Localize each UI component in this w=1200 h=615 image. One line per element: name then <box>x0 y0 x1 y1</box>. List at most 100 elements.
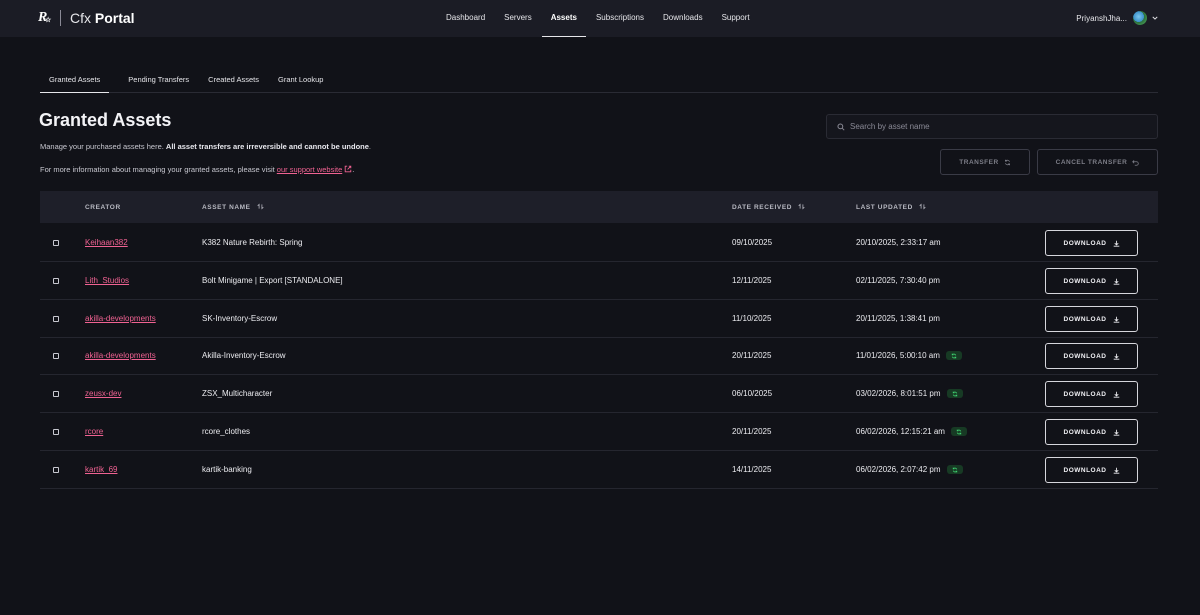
search-icon <box>837 122 845 131</box>
sort-icon <box>919 203 926 210</box>
avatar <box>1133 11 1147 25</box>
creator-link[interactable]: zeusx-dev <box>85 375 121 412</box>
download-icon <box>1113 353 1119 360</box>
date-received: 12/11/2025 <box>732 276 772 285</box>
table-row: Keihaan382 K382 Nature Rebirth: Spring 09/… <box>40 224 1158 262</box>
download-icon <box>1113 278 1119 285</box>
download-icon <box>1113 467 1119 474</box>
tab-granted-assets[interactable]: Granted Assets <box>40 66 110 93</box>
cancel-transfer-button[interactable]: CANCEL TRANSFER <box>1037 149 1158 175</box>
download-button[interactable]: DOWNLOAD <box>1045 419 1138 445</box>
search-input[interactable] <box>850 122 1140 131</box>
user-menu[interactable]: PriyanshJha... <box>1076 10 1158 26</box>
nav-item-servers[interactable]: Servers <box>504 0 532 37</box>
transfer-button[interactable]: TRANSFER <box>940 149 1030 175</box>
date-received: 20/11/2025 <box>732 427 772 436</box>
asset-name: SK-Inventory-Escrow <box>202 314 278 323</box>
asset-name: rcore_clothes <box>202 427 251 436</box>
table-row: akilla-developments SK-Inventory-Escrow 11… <box>40 300 1158 338</box>
download-button[interactable]: DOWNLOAD <box>1045 457 1138 483</box>
user-name: PriyanshJha... <box>1076 13 1127 23</box>
asset-name: ZSX_Multicharacter <box>202 389 273 398</box>
date-received: 11/10/2025 <box>732 314 772 323</box>
creator-link[interactable]: Keihaan382 <box>85 224 128 261</box>
download-icon <box>1113 316 1119 323</box>
top-navbar: R ☆ Cfx Portal Dashboard Servers Assets S… <box>0 0 1200 37</box>
download-icon <box>1113 429 1119 436</box>
table-row: akilla-developments Akilla-Inventory-Escr… <box>40 337 1158 375</box>
support-info: For more information about managing your… <box>40 165 355 174</box>
row-checkbox[interactable] <box>53 278 59 284</box>
last-updated: 11/01/2026, 5:00:10 am <box>856 337 962 374</box>
asset-name: Bolt Minigame | Export [STANDALONE] <box>202 276 343 285</box>
transfer-icon <box>1004 159 1010 165</box>
row-checkbox[interactable] <box>53 240 59 246</box>
page-description: Manage your purchased assets here. All a… <box>40 142 372 151</box>
download-button[interactable]: DOWNLOAD <box>1045 381 1138 407</box>
row-checkbox[interactable] <box>53 391 59 397</box>
creator-link[interactable]: akilla-developments <box>85 337 156 374</box>
tab-created-assets[interactable]: Created Assets <box>208 66 259 93</box>
cfx-portal-logo[interactable]: R ☆ Cfx Portal <box>38 10 135 26</box>
sync-status-badge <box>946 465 963 474</box>
creator-link[interactable]: kartik_69 <box>85 451 117 488</box>
undo-icon <box>1132 159 1139 166</box>
column-header-last-updated[interactable]: LAST UPDATED <box>856 191 926 223</box>
logo-divider <box>60 10 61 26</box>
nav-item-downloads[interactable]: Downloads <box>663 0 703 37</box>
last-updated: 02/11/2025, 7:30:40 pm <box>856 276 940 285</box>
date-received: 09/10/2025 <box>732 238 773 247</box>
creator-link[interactable]: rcore <box>85 413 103 450</box>
nav-item-assets[interactable]: Assets <box>541 0 586 37</box>
chevron-down-icon <box>1152 16 1158 20</box>
row-checkbox[interactable] <box>53 316 59 322</box>
row-checkbox[interactable] <box>53 353 59 359</box>
last-updated: 06/02/2026, 12:15:21 am <box>856 413 967 450</box>
column-header-date-received[interactable]: DATE RECEIVED <box>732 191 805 223</box>
support-website-link[interactable]: our support website <box>277 165 342 174</box>
nav-item-support[interactable]: Support <box>722 0 750 37</box>
refresh-icon <box>952 391 957 396</box>
page-title: Granted Assets <box>39 110 172 130</box>
date-received: 14/11/2025 <box>732 465 772 474</box>
row-checkbox[interactable] <box>53 429 59 435</box>
download-icon <box>1113 391 1119 398</box>
last-updated: 03/02/2026, 8:01:51 pm <box>856 375 963 412</box>
asset-tabs: Granted Assets Pending Transfers Created… <box>40 66 1158 93</box>
creator-link[interactable]: akilla-developments <box>85 300 156 337</box>
table-row: Lith_Studios Bolt Minigame | Export [STAN… <box>40 262 1158 300</box>
rockstar-logo-icon: R ☆ <box>38 10 52 25</box>
table-row: zeusx-dev ZSX_Multicharacter 06/10/2025 03/… <box>40 375 1158 413</box>
download-button[interactable]: DOWNLOAD <box>1045 306 1138 332</box>
sort-icon <box>798 203 805 210</box>
asset-name: kartik-banking <box>202 465 252 474</box>
creator-link[interactable]: Lith_Studios <box>85 262 129 299</box>
refresh-icon <box>952 467 957 472</box>
last-updated: 06/02/2026, 2:07:42 pm <box>856 451 963 488</box>
date-received: 20/11/2025 <box>732 351 772 360</box>
tab-grant-lookup[interactable]: Grant Lookup <box>278 66 323 93</box>
nav-item-dashboard[interactable]: Dashboard <box>446 0 485 37</box>
sync-status-badge <box>945 351 962 360</box>
asset-name: K382 Nature Rebirth: Spring <box>202 238 303 247</box>
sync-status-badge <box>950 427 967 436</box>
download-button[interactable]: DOWNLOAD <box>1045 268 1138 294</box>
date-received: 06/10/2025 <box>732 389 773 398</box>
download-button[interactable]: DOWNLOAD <box>1045 343 1138 369</box>
download-icon <box>1113 240 1119 247</box>
main-nav: Dashboard Servers Assets Subscriptions D… <box>446 0 769 37</box>
download-button[interactable]: DOWNLOAD <box>1045 230 1138 256</box>
last-updated: 20/10/2025, 2:33:17 am <box>856 238 941 247</box>
table-header: CREATOR ASSET NAME DATE RECEIVED LAST UP… <box>40 191 1158 223</box>
asset-name: Akilla-Inventory-Escrow <box>202 351 286 360</box>
sync-status-badge <box>946 389 963 398</box>
column-header-asset-name[interactable]: ASSET NAME <box>202 191 264 223</box>
search-box[interactable] <box>826 114 1158 139</box>
tab-pending-transfers[interactable]: Pending Transfers <box>128 66 189 93</box>
row-checkbox[interactable] <box>53 467 59 473</box>
refresh-icon <box>951 353 957 358</box>
refresh-icon <box>956 429 962 434</box>
last-updated: 20/11/2025, 1:38:41 pm <box>856 314 940 323</box>
nav-item-subscriptions[interactable]: Subscriptions <box>596 0 644 37</box>
table-row: kartik_69 kartik-banking 14/11/2025 06/02/2… <box>40 451 1158 489</box>
